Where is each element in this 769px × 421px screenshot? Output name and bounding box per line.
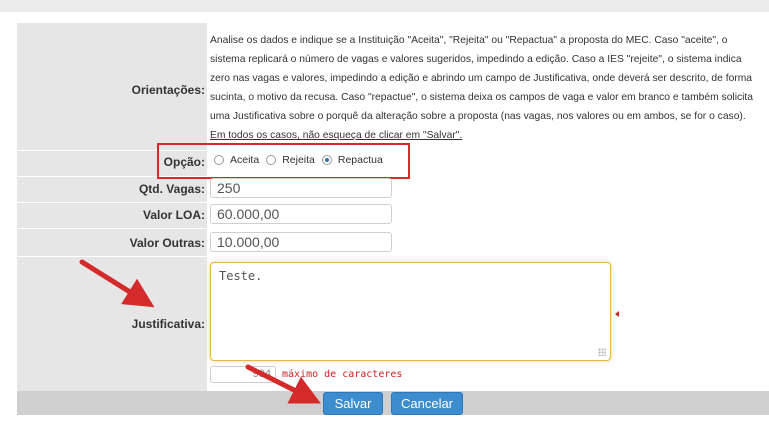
arrow-to-save-icon xyxy=(245,364,321,404)
annotation-arrows xyxy=(79,259,321,404)
arrow-to-justificativa-icon xyxy=(79,259,155,308)
